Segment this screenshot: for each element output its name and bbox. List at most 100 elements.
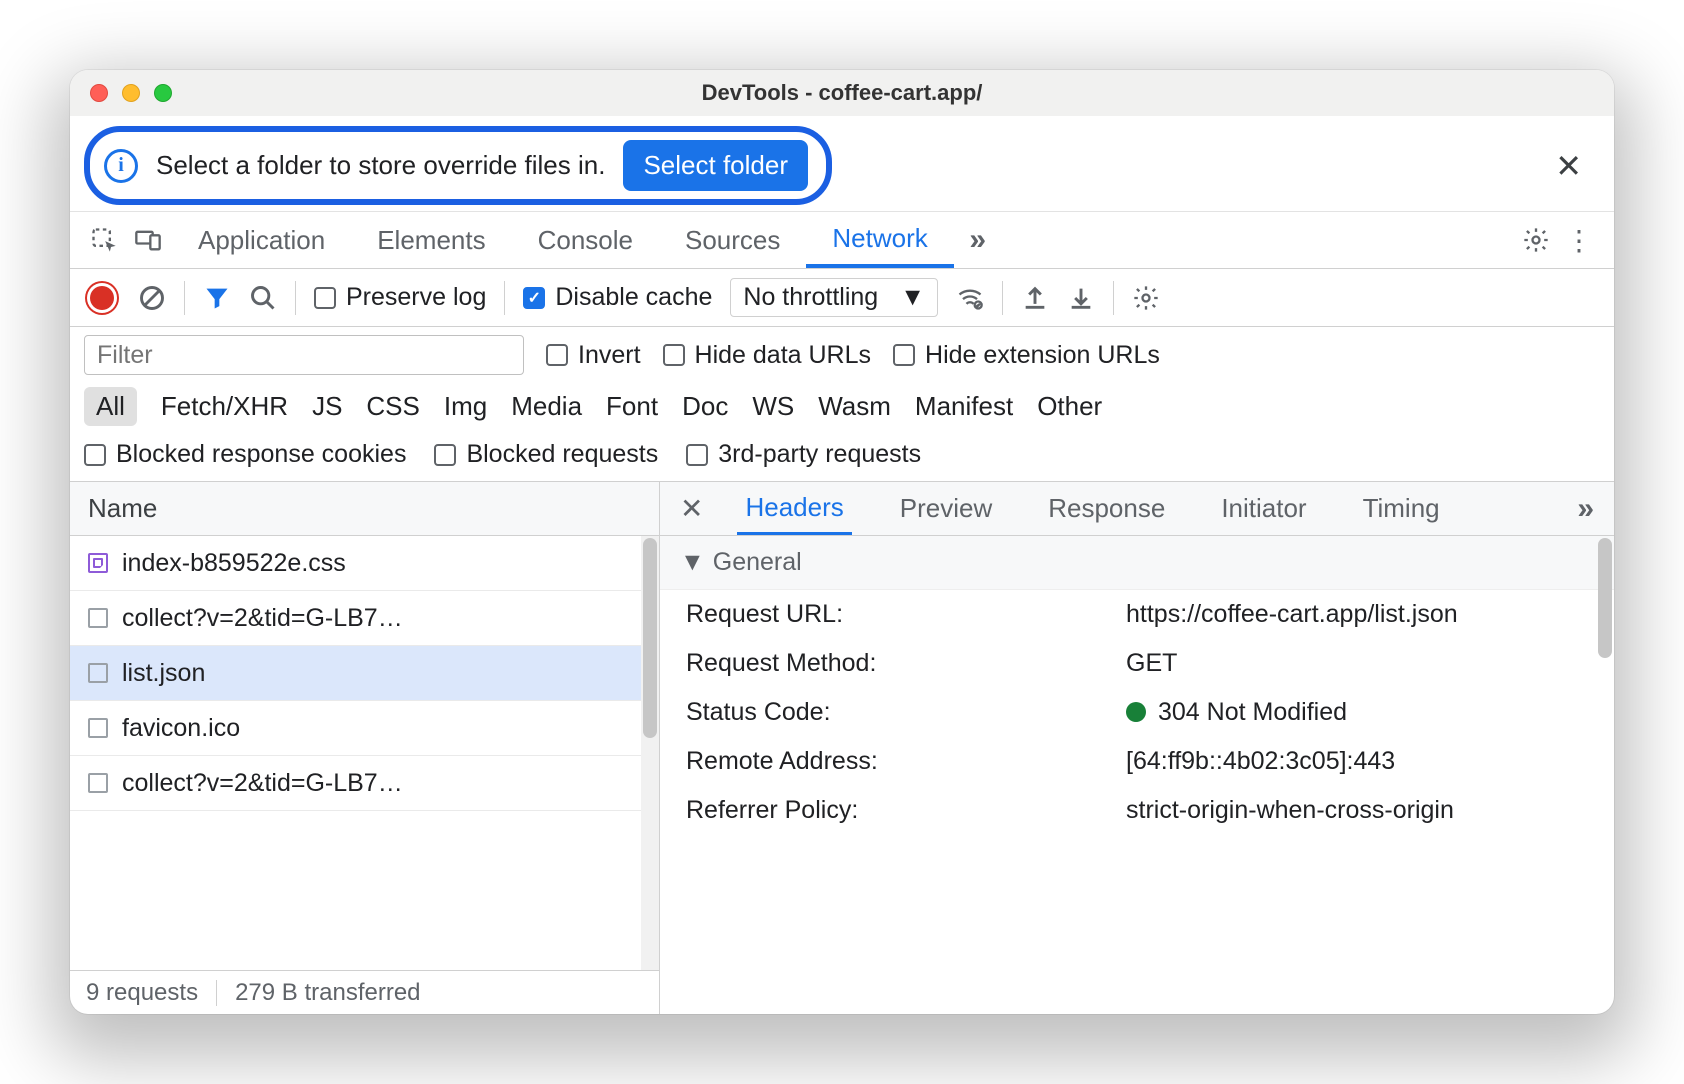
override-infobar: i Select a folder to store override file…	[84, 126, 832, 205]
header-key: Request URL:	[686, 600, 1126, 629]
request-count-label: 9 requests	[86, 979, 198, 1007]
request-row[interactable]: collect?v=2&tid=G-LB7…	[70, 756, 659, 811]
more-detail-tabs-icon[interactable]: »	[1577, 492, 1594, 526]
document-file-icon	[88, 608, 108, 628]
tab-console[interactable]: Console	[512, 212, 659, 268]
request-row[interactable]: collect?v=2&tid=G-LB7…	[70, 591, 659, 646]
infobar-text: Select a folder to store override files …	[156, 150, 605, 181]
network-toolbar: Preserve log Disable cache No throttling…	[70, 269, 1614, 327]
request-name-label: list.json	[122, 659, 641, 688]
infobar-close-button[interactable]: ✕	[1541, 143, 1596, 189]
chevron-down-icon: ▼	[900, 283, 925, 312]
search-icon[interactable]	[249, 284, 277, 312]
window-maximize-button[interactable]	[154, 84, 172, 102]
clear-icon[interactable]	[138, 284, 166, 312]
type-img[interactable]: Img	[444, 391, 487, 422]
extra-filters-row: Blocked response cookies Blocked request…	[70, 434, 1614, 482]
header-row: Referrer Policy:strict-origin-when-cross…	[660, 786, 1614, 835]
detail-close-button[interactable]: ✕	[680, 492, 703, 525]
inspect-icon[interactable]	[84, 220, 124, 260]
header-row: Request URL:https://coffee-cart.app/list…	[660, 590, 1614, 639]
window-minimize-button[interactable]	[122, 84, 140, 102]
header-row: Remote Address:[64:ff9b::4b02:3c05]:443	[660, 737, 1614, 786]
info-icon: i	[104, 149, 138, 183]
detail-tab-preview[interactable]: Preview	[892, 482, 1000, 535]
tab-application[interactable]: Application	[172, 212, 351, 268]
devtools-tabstrip: ApplicationElementsConsoleSourcesNetwork…	[70, 211, 1614, 269]
detail-tab-initiator[interactable]: Initiator	[1213, 482, 1314, 535]
status-dot-icon	[1126, 702, 1146, 722]
settings-gear-icon[interactable]	[1516, 220, 1556, 260]
type-media[interactable]: Media	[511, 391, 582, 422]
third-party-checkbox[interactable]: 3rd-party requests	[686, 440, 921, 469]
header-row: Request Method:GET	[660, 639, 1614, 688]
type-wasm[interactable]: Wasm	[818, 391, 891, 422]
import-har-icon[interactable]	[1067, 284, 1095, 312]
request-detail-panel: ✕ HeadersPreviewResponseInitiatorTiming …	[660, 482, 1614, 1014]
tab-network[interactable]: Network	[806, 212, 953, 268]
preserve-log-label: Preserve log	[346, 283, 486, 312]
network-settings-gear-icon[interactable]	[1132, 284, 1160, 312]
request-row[interactable]: list.json	[70, 646, 659, 701]
header-key: Remote Address:	[686, 747, 1126, 776]
tab-elements[interactable]: Elements	[351, 212, 511, 268]
blocked-requests-checkbox[interactable]: Blocked requests	[434, 440, 658, 469]
css-file-icon	[88, 553, 108, 573]
type-doc[interactable]: Doc	[682, 391, 728, 422]
kebab-menu-icon[interactable]: ⋮	[1560, 220, 1600, 260]
window-title: DevTools - coffee-cart.app/	[70, 80, 1614, 106]
blocked-cookies-checkbox[interactable]: Blocked response cookies	[84, 440, 406, 469]
request-row[interactable]: index-b859522e.css	[70, 536, 659, 591]
preserve-log-checkbox[interactable]: Preserve log	[314, 283, 486, 312]
type-font[interactable]: Font	[606, 391, 658, 422]
transferred-label: 279 B transferred	[235, 979, 420, 1007]
header-value: https://coffee-cart.app/list.json	[1126, 600, 1588, 629]
type-fetchxhr[interactable]: Fetch/XHR	[161, 391, 288, 422]
detail-tab-headers[interactable]: Headers	[737, 482, 851, 535]
throttling-select[interactable]: No throttling ▼	[730, 278, 938, 317]
header-key: Request Method:	[686, 649, 1126, 678]
more-tabs-icon[interactable]: »	[958, 220, 998, 260]
header-value: [64:ff9b::4b02:3c05]:443	[1126, 747, 1588, 776]
select-folder-button[interactable]: Select folder	[623, 140, 808, 191]
detail-scrollbar[interactable]	[1598, 538, 1612, 658]
throttling-label: No throttling	[743, 283, 878, 312]
type-all[interactable]: All	[84, 387, 137, 426]
document-file-icon	[88, 663, 108, 683]
invert-checkbox[interactable]: Invert	[546, 341, 641, 370]
detail-tab-response[interactable]: Response	[1040, 482, 1173, 535]
type-js[interactable]: JS	[312, 391, 342, 422]
header-key: Referrer Policy:	[686, 796, 1126, 825]
request-list-header[interactable]: Name	[70, 482, 659, 536]
request-list-scrollbar[interactable]	[641, 536, 659, 970]
type-manifest[interactable]: Manifest	[915, 391, 1013, 422]
network-conditions-icon[interactable]	[956, 284, 984, 312]
request-name-label: favicon.ico	[122, 714, 641, 743]
filter-input[interactable]	[84, 335, 524, 375]
hide-extension-urls-checkbox[interactable]: Hide extension URLs	[893, 341, 1160, 370]
window-close-button[interactable]	[90, 84, 108, 102]
request-name-label: collect?v=2&tid=G-LB7…	[122, 604, 641, 633]
device-icon[interactable]	[128, 220, 168, 260]
filter-funnel-icon[interactable]	[203, 284, 231, 312]
tab-sources[interactable]: Sources	[659, 212, 806, 268]
type-css[interactable]: CSS	[366, 391, 419, 422]
caret-down-icon: ▼	[680, 548, 705, 577]
type-other[interactable]: Other	[1037, 391, 1102, 422]
network-statusbar: 9 requests 279 B transferred	[70, 970, 659, 1014]
request-name-label: collect?v=2&tid=G-LB7…	[122, 769, 641, 798]
type-ws[interactable]: WS	[752, 391, 794, 422]
disable-cache-checkbox[interactable]: Disable cache	[523, 283, 712, 312]
header-value: GET	[1126, 649, 1588, 678]
request-list: Name index-b859522e.css collect?v=2&tid=G…	[70, 482, 660, 1014]
record-button[interactable]	[90, 286, 114, 310]
general-section-header[interactable]: ▼ General	[660, 536, 1614, 590]
export-har-icon[interactable]	[1021, 284, 1049, 312]
detail-tab-timing[interactable]: Timing	[1355, 482, 1448, 535]
request-name-label: index-b859522e.css	[122, 549, 641, 578]
network-filterbar: Invert Hide data URLs Hide extension URL…	[70, 327, 1614, 383]
request-row[interactable]: favicon.ico	[70, 701, 659, 756]
document-file-icon	[88, 773, 108, 793]
header-key: Status Code:	[686, 698, 1126, 727]
hide-data-urls-checkbox[interactable]: Hide data URLs	[663, 341, 871, 370]
